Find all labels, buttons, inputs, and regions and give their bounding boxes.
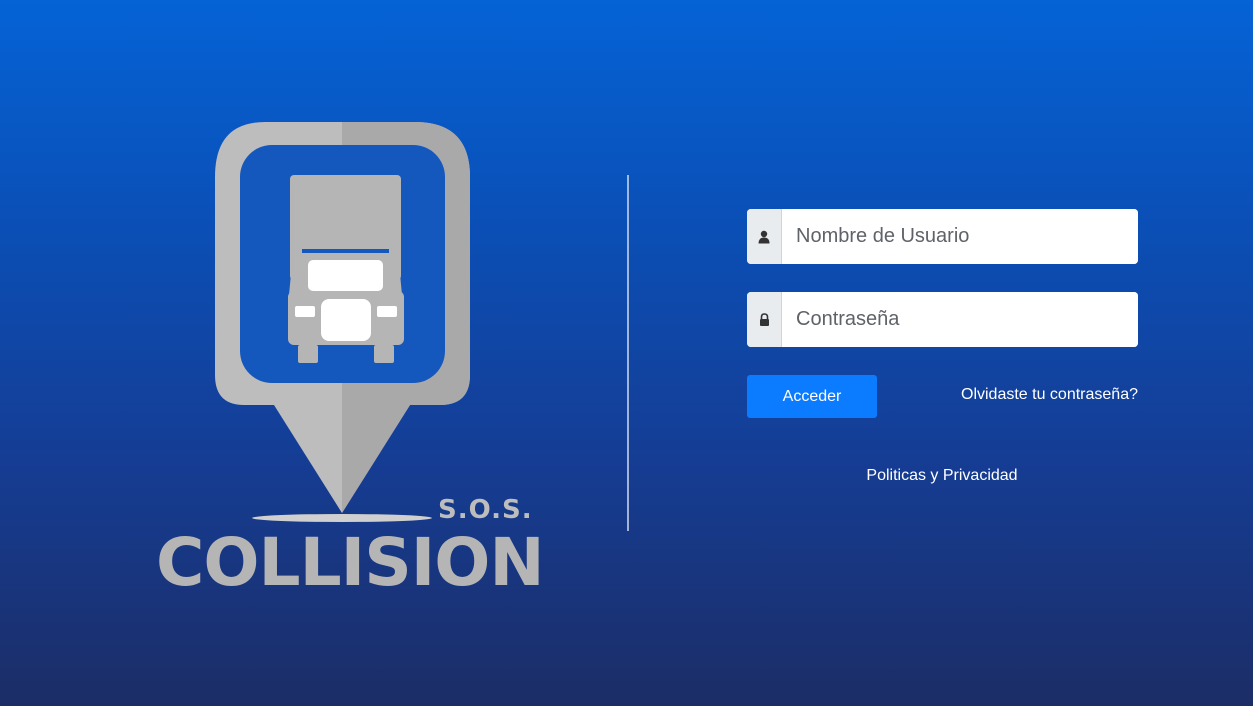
privacy-policy-link[interactable]: Politicas y Privacidad	[842, 467, 1042, 485]
truck-location-pin-icon	[215, 122, 470, 522]
vertical-divider	[627, 175, 629, 531]
brand-name: COLLISION	[156, 524, 545, 601]
brand-subtitle: S.O.S.	[438, 495, 533, 525]
username-field	[747, 209, 1138, 264]
forgot-password-link[interactable]: Olvidaste tu contraseña?	[960, 386, 1138, 404]
username-input[interactable]	[782, 209, 1138, 264]
brand-logo: S.O.S. COLLISION	[150, 115, 550, 615]
password-field	[747, 292, 1138, 347]
password-input[interactable]	[782, 292, 1138, 347]
login-button[interactable]: Acceder	[747, 375, 877, 418]
user-icon	[747, 209, 782, 264]
lock-icon	[747, 292, 782, 347]
login-page: { "brand": { "subtitle": "S.O.S.", "name…	[0, 0, 1253, 706]
